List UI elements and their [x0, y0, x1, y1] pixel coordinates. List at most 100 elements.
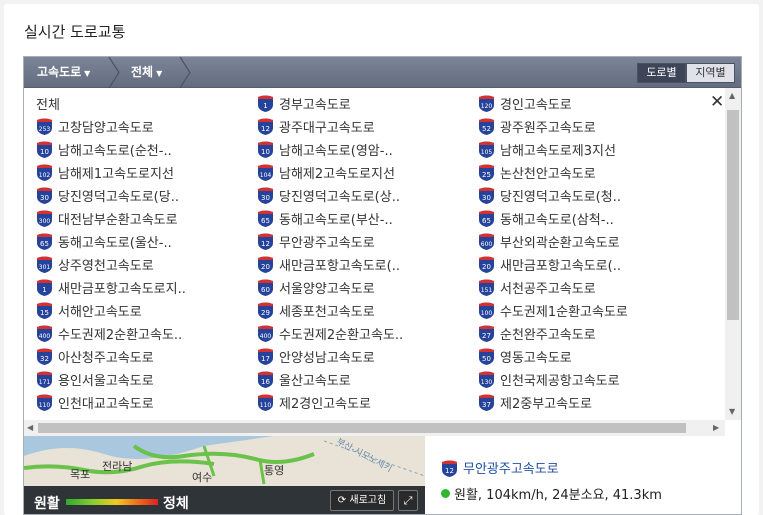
shield-number: 30: [40, 194, 49, 202]
highway-shield-icon: 15: [37, 302, 52, 319]
traffic-panel: 고속도로 ▼ 전체 ▼ 도로별 지역별 ✕ ▲ ▼ ◀ ▶ 전체 1 경부고속도로 120…: [23, 56, 742, 515]
horizontal-scroll-thumb[interactable]: [38, 423, 686, 433]
road-list-item[interactable]: 37 제2중부고속도로: [478, 391, 592, 413]
road-list-item[interactable]: 110 제2경인고속도로: [257, 391, 371, 413]
refresh-label: 새로고침: [349, 495, 387, 506]
road-list-item[interactable]: 1 새만금포항고속도로지..: [36, 276, 186, 298]
tab-by-region[interactable]: 지역별: [686, 63, 735, 83]
road-list-item[interactable]: 20 새만금포항고속도로(..: [478, 253, 621, 275]
breadcrumb-highway[interactable]: 고속도로 ▼: [37, 57, 90, 88]
road-list-item[interactable]: 105 남해고속도로제3지선: [478, 138, 616, 160]
road-list-item[interactable]: 17 안양성남고속도로: [257, 345, 375, 367]
road-list-label: 아산청주고속도로: [58, 350, 154, 366]
road-list-item[interactable]: 102 남해제1고속도로지선: [36, 161, 174, 183]
road-list-item[interactable]: 전체: [36, 92, 60, 114]
road-list-item[interactable]: 60 서울양양고속도로: [257, 276, 375, 298]
road-list-item[interactable]: 400 수도권제2순환고속도..: [36, 322, 182, 344]
scroll-left-icon[interactable]: ◀: [27, 424, 33, 432]
road-list-item[interactable]: 50 영동고속도로: [478, 345, 572, 367]
road-list-item[interactable]: 65 동해고속도로(울산-..: [36, 230, 172, 252]
highway-shield-icon: 65: [258, 210, 273, 227]
road-list-item[interactable]: 27 순천완주고속도로: [478, 322, 596, 344]
road-list-label: 울산고속도로: [279, 373, 351, 389]
chevron-down-icon: ▼: [84, 69, 91, 78]
highway-shield-icon: 20: [258, 256, 273, 273]
legend-gradient: [66, 499, 158, 505]
highway-shield-icon: 1: [258, 95, 273, 112]
shield-number: 25: [482, 171, 491, 179]
road-list-item[interactable]: 600 부산외곽순환고속도로: [478, 230, 620, 252]
highway-shield-icon: 171: [37, 371, 52, 388]
road-list-label: 광주대구고속도로: [279, 120, 375, 136]
highway-shield-icon: 20: [479, 256, 494, 273]
road-list-label: 수도권제2순환고속도..: [279, 327, 404, 343]
road-list-label: 부산외곽순환고속도로: [500, 235, 620, 251]
expand-icon[interactable]: ⤢: [398, 490, 418, 511]
road-list-item[interactable]: 130 인천국제공항고속도로: [478, 368, 620, 390]
road-list-item[interactable]: 25 논산천안고속도로: [478, 161, 596, 183]
road-list-item[interactable]: 104 남해제2고속도로지선: [257, 161, 395, 183]
road-list-label: 고창담양고속도로: [58, 120, 154, 136]
road-list-item[interactable]: 65 동해고속도로(삼척-..: [478, 207, 614, 229]
traffic-map[interactable]: 목포 전라남 여수 통영 부산-시모노세키 원활 정체 ⟳ 새로고침 ⤢: [24, 436, 425, 514]
shield-number: 50: [482, 355, 491, 363]
road-list-item[interactable]: 32 아산청주고속도로: [36, 345, 154, 367]
vertical-scroll-thumb[interactable]: [727, 110, 739, 320]
road-list-item[interactable]: 110 인천대교고속도로: [36, 391, 154, 413]
breadcrumb-all-label: 전체: [131, 65, 154, 79]
highway-shield-icon: 10: [37, 141, 52, 158]
scroll-up-icon[interactable]: ▲: [729, 92, 735, 100]
road-list-item[interactable]: 30 당진영덕고속도로(당..: [36, 184, 179, 206]
highway-shield-icon: 400: [258, 325, 273, 342]
highway-shield-icon: 12: [258, 233, 273, 250]
shield-number: 151: [481, 287, 493, 294]
tab-by-road[interactable]: 도로별: [637, 63, 686, 83]
road-list-item[interactable]: 52 광주원주고속도로: [478, 115, 596, 137]
road-list-item[interactable]: 30 당진영덕고속도로(청..: [478, 184, 621, 206]
highway-shield-icon: 16: [258, 371, 273, 388]
road-list-label: 광주원주고속도로: [500, 120, 596, 136]
refresh-button[interactable]: ⟳ 새로고침: [330, 490, 394, 511]
highway-shield-icon: 253: [37, 118, 52, 135]
road-list-item[interactable]: 171 용인서울고속도로: [36, 368, 154, 390]
highway-shield-icon: 104: [258, 164, 273, 181]
road-list-item[interactable]: 120 경인고속도로: [478, 92, 572, 114]
road-list-item[interactable]: 29 세종포천고속도로: [257, 299, 375, 321]
road-list-item[interactable]: 10 남해고속도로(영암-..: [257, 138, 393, 160]
road-list-label: 영동고속도로: [500, 350, 572, 366]
refresh-icon: ⟳: [337, 495, 347, 506]
road-list-label: 인천대교고속도로: [58, 396, 154, 412]
breadcrumb-separator-icon: [108, 57, 120, 88]
highway-shield-icon: 600: [479, 233, 494, 250]
road-list-label: 수도권제1순환고속도로: [500, 304, 628, 320]
breadcrumb-all[interactable]: 전체 ▼: [131, 57, 162, 88]
scroll-down-icon[interactable]: ▼: [729, 408, 735, 416]
road-list-item[interactable]: 16 울산고속도로: [257, 368, 351, 390]
road-list-item[interactable]: 20 새만금포항고속도로(..: [257, 253, 400, 275]
traffic-card: 실시간 도로교통 고속도로 ▼ 전체 ▼ 도로별 지역별 ✕ ▲ ▼ ◀ ▶ 전체 1…: [4, 4, 759, 515]
shield-number: 65: [482, 217, 491, 225]
close-icon[interactable]: ✕: [710, 94, 724, 111]
road-list-item[interactable]: 400 수도권제2순환고속도..: [257, 322, 403, 344]
road-list-label: 경인고속도로: [500, 97, 572, 113]
road-list-item[interactable]: 301 상주영천고속도로: [36, 253, 154, 275]
road-list-item[interactable]: 100 수도권제1순환고속도로: [478, 299, 628, 321]
info-road-link[interactable]: 12 무안광주고속도로: [441, 458, 559, 477]
highway-shield-icon: 100: [479, 302, 494, 319]
scroll-right-icon[interactable]: ▶: [713, 424, 719, 432]
shield-number: 16: [261, 378, 270, 386]
road-list-item[interactable]: 151 서천공주고속도로: [478, 276, 596, 298]
highway-shield-icon: 301: [37, 256, 52, 273]
road-list-item[interactable]: 65 동해고속도로(부산-..: [257, 207, 393, 229]
road-list-label: 남해제2고속도로지선: [279, 166, 395, 182]
road-list-item[interactable]: 253 고창담양고속도로: [36, 115, 154, 137]
road-list-item[interactable]: 12 무안광주고속도로: [257, 230, 375, 252]
road-list-label: 당진영덕고속도로(당..: [58, 189, 179, 205]
road-list-item[interactable]: 1 경부고속도로: [257, 92, 351, 114]
road-list-item[interactable]: 30 당진영덕고속도로(상..: [257, 184, 400, 206]
road-list-item[interactable]: 10 남해고속도로(순천-..: [36, 138, 172, 160]
highway-shield-icon: 30: [479, 187, 494, 204]
road-list-item[interactable]: 12 광주대구고속도로: [257, 115, 375, 137]
road-list-item[interactable]: 15 서해안고속도로: [36, 299, 142, 321]
road-list-item[interactable]: 300 대전남부순환고속도로: [36, 207, 178, 229]
